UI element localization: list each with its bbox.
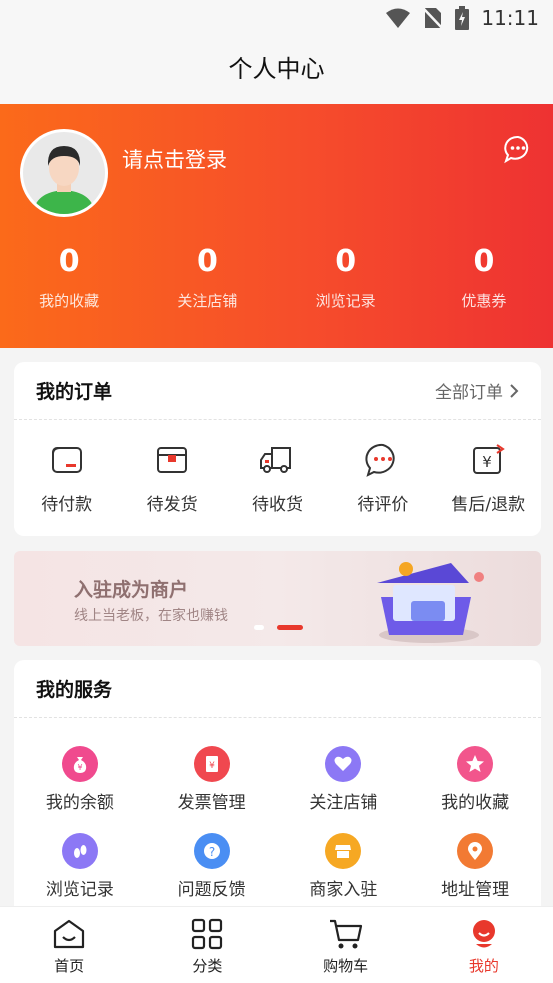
order-label: 售后/退款 <box>451 495 526 515</box>
page-title: 个人中心 <box>228 55 325 83</box>
wallet-icon <box>51 447 82 473</box>
refund-icon: ¥ <box>473 444 506 474</box>
service-label: 问题反馈 <box>177 880 246 900</box>
profile-icon <box>472 920 495 948</box>
chevron-right-icon <box>510 383 519 398</box>
footprint-icon <box>61 833 98 869</box>
no-sim-icon <box>423 8 444 29</box>
order-label: 待评价 <box>357 495 409 515</box>
stat-label: 关注店铺 <box>177 292 238 310</box>
tab-label: 我的 <box>468 957 499 975</box>
invoice-icon: ¥ <box>193 746 230 782</box>
stats-row: 0 我的收藏 0 关注店铺 0 浏览记录 0 优惠券 <box>0 244 553 311</box>
gift-box-illustration <box>377 562 484 643</box>
stat-value: 0 <box>335 244 357 279</box>
stat-followed-shops[interactable]: 0 关注店铺 <box>138 244 276 311</box>
tab-category[interactable]: 分类 <box>138 907 276 983</box>
stat-value: 0 <box>196 244 218 279</box>
service-label: 我的收藏 <box>441 793 510 813</box>
battery-icon <box>455 6 470 30</box>
stat-label: 我的收藏 <box>39 292 100 310</box>
truck-icon <box>260 447 292 473</box>
store-icon <box>325 833 362 869</box>
money-bag-icon: ¥ <box>61 746 98 782</box>
stat-value: 0 <box>473 244 495 279</box>
stat-label: 优惠券 <box>461 292 507 310</box>
status-time: 11:11 <box>481 6 539 30</box>
order-label: 待付款 <box>41 495 93 515</box>
services-card: 我的服务 ¥ 我的余额 ¥ 发票管理 关注店铺 我的收藏 浏览记录 ? 问题反馈 <box>14 660 541 940</box>
heart-icon <box>325 746 362 782</box>
tab-label: 首页 <box>54 957 85 975</box>
order-status-row: 待付款 待发货 待收货 待评价 ¥ 售后/退款 <box>14 420 541 515</box>
service-followed-shops[interactable]: 关注店铺 <box>278 746 410 813</box>
svg-text:?: ? <box>208 845 214 859</box>
merchant-banner[interactable]: 入驻成为商户 线上当老板，在家也赚钱 <box>14 551 541 646</box>
message-icon[interactable] <box>503 134 533 164</box>
banner-subtitle: 线上当老板，在家也赚钱 <box>74 608 228 624</box>
tab-profile[interactable]: 我的 <box>415 907 553 983</box>
avatar[interactable] <box>20 129 108 217</box>
service-label: 地址管理 <box>441 880 510 900</box>
title-bar: 个人中心 <box>0 40 553 104</box>
order-pending-receipt[interactable]: 待收货 <box>225 440 330 515</box>
service-address[interactable]: 地址管理 <box>409 833 541 900</box>
order-label: 待发货 <box>146 495 198 515</box>
orders-title: 我的订单 <box>36 381 113 403</box>
star-icon <box>457 746 494 782</box>
order-label: 待收货 <box>251 495 303 515</box>
carousel-dot[interactable] <box>254 625 264 630</box>
service-invoice[interactable]: ¥ 发票管理 <box>146 746 278 813</box>
tab-label: 分类 <box>192 957 223 975</box>
service-label: 商家入驻 <box>309 880 378 900</box>
orders-card: 我的订单 全部订单 待付款 待发货 待收货 待评价 ¥ 售后/退款 <box>14 362 541 536</box>
question-icon: ? <box>193 833 230 869</box>
all-orders-link[interactable]: 全部订单 <box>435 378 519 403</box>
bottom-tab-bar: 首页 分类 购物车 我的 <box>0 906 553 983</box>
wifi-icon <box>386 8 411 28</box>
tab-home[interactable]: 首页 <box>0 907 138 983</box>
comment-icon <box>365 443 395 477</box>
cart-icon <box>329 919 362 949</box>
service-feedback[interactable]: ? 问题反馈 <box>146 833 278 900</box>
avatar-icon <box>23 132 105 214</box>
tab-cart[interactable]: 购物车 <box>277 907 415 983</box>
services-title: 我的服务 <box>36 679 113 701</box>
service-balance[interactable]: ¥ 我的余额 <box>14 746 146 813</box>
service-favorites[interactable]: 我的收藏 <box>409 746 541 813</box>
order-after-sales[interactable]: ¥ 售后/退款 <box>436 440 541 515</box>
service-merchant-join[interactable]: 商家入驻 <box>278 833 410 900</box>
stat-coupons[interactable]: 0 优惠券 <box>415 244 553 311</box>
carousel-dot-active[interactable] <box>277 625 303 630</box>
package-icon <box>157 447 188 473</box>
order-pending-shipment[interactable]: 待发货 <box>119 440 224 515</box>
service-label: 发票管理 <box>177 793 246 813</box>
services-grid: ¥ 我的余额 ¥ 发票管理 关注店铺 我的收藏 浏览记录 ? 问题反馈 商家入驻 <box>14 718 541 920</box>
all-orders-label: 全部订单 <box>435 383 503 403</box>
service-history[interactable]: 浏览记录 <box>14 833 146 900</box>
category-icon <box>192 918 223 950</box>
stat-value: 0 <box>58 244 80 279</box>
login-prompt[interactable]: 请点击登录 <box>122 144 227 174</box>
svg-text:¥: ¥ <box>209 761 215 771</box>
home-icon <box>54 919 85 949</box>
service-label: 我的余额 <box>45 793 114 813</box>
status-bar: 11:11 <box>0 0 553 40</box>
profile-header: 请点击登录 0 我的收藏 0 关注店铺 0 浏览记录 0 优惠券 <box>0 104 553 348</box>
stat-favorites[interactable]: 0 我的收藏 <box>0 244 138 311</box>
banner-title: 入驻成为商户 <box>74 579 189 601</box>
order-pending-payment[interactable]: 待付款 <box>14 440 119 515</box>
tab-label: 购物车 <box>323 957 369 975</box>
service-label: 关注店铺 <box>309 793 378 813</box>
location-icon <box>457 833 494 869</box>
stat-history[interactable]: 0 浏览记录 <box>277 244 415 311</box>
stat-label: 浏览记录 <box>315 292 376 310</box>
orders-header: 我的订单 全部订单 <box>14 362 541 420</box>
services-header: 我的服务 <box>14 660 541 718</box>
order-pending-review[interactable]: 待评价 <box>330 440 435 515</box>
svg-text:¥: ¥ <box>77 763 82 772</box>
service-label: 浏览记录 <box>45 880 114 900</box>
svg-text:¥: ¥ <box>482 453 492 471</box>
